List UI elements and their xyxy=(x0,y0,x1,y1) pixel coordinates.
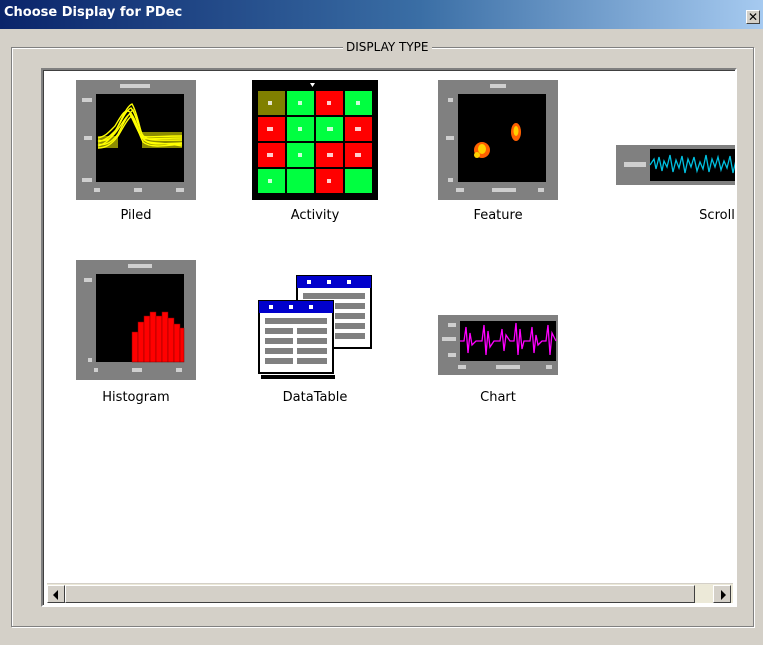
display-item-chart[interactable]: Chart xyxy=(418,260,578,410)
display-item-piled[interactable]: Piled xyxy=(56,80,216,230)
display-item-label: Chart xyxy=(480,390,516,405)
display-item-label: Activity xyxy=(290,208,340,223)
scroll-trace-icon xyxy=(616,145,735,185)
data-table-icon xyxy=(258,275,372,379)
horizontal-scrollbar[interactable] xyxy=(47,583,733,603)
piled-waveform-icon xyxy=(76,80,196,200)
display-item-activity[interactable]: Activity xyxy=(235,80,395,230)
arrow-right-icon xyxy=(721,590,726,600)
feature-scatter-icon xyxy=(438,80,558,200)
display-type-list[interactable]: Piled Activity Feature Scroll Histogram … xyxy=(41,68,737,607)
display-item-feature[interactable]: Feature xyxy=(418,80,578,230)
close-icon: ✕ xyxy=(747,10,759,24)
chart-trace-icon xyxy=(438,315,558,375)
arrow-left-icon xyxy=(53,590,58,600)
histogram-icon xyxy=(76,260,196,380)
window-title: Choose Display for PDec xyxy=(4,5,183,20)
display-item-scroll[interactable]: Scroll xyxy=(589,80,735,230)
display-item-label: Feature xyxy=(473,208,523,223)
group-label: DISPLAY TYPE xyxy=(343,40,432,54)
scroll-left-button[interactable] xyxy=(47,585,65,603)
scroll-right-button[interactable] xyxy=(713,585,731,603)
display-item-label: Piled xyxy=(120,208,152,223)
activity-grid-icon xyxy=(252,80,378,200)
close-button[interactable]: ✕ xyxy=(746,10,760,24)
title-bar[interactable]: Choose Display for PDec ✕ xyxy=(0,0,763,29)
display-item-label: Scroll xyxy=(699,208,735,223)
display-item-label: DataTable xyxy=(282,390,348,405)
scrollbar-thumb[interactable] xyxy=(65,585,695,603)
dialog-window: Choose Display for PDec ✕ DISPLAY TYPE P… xyxy=(0,0,763,645)
display-item-histogram[interactable]: Histogram xyxy=(56,260,216,410)
display-item-datatable[interactable]: DataTable xyxy=(235,260,395,410)
display-item-label: Histogram xyxy=(102,390,170,405)
